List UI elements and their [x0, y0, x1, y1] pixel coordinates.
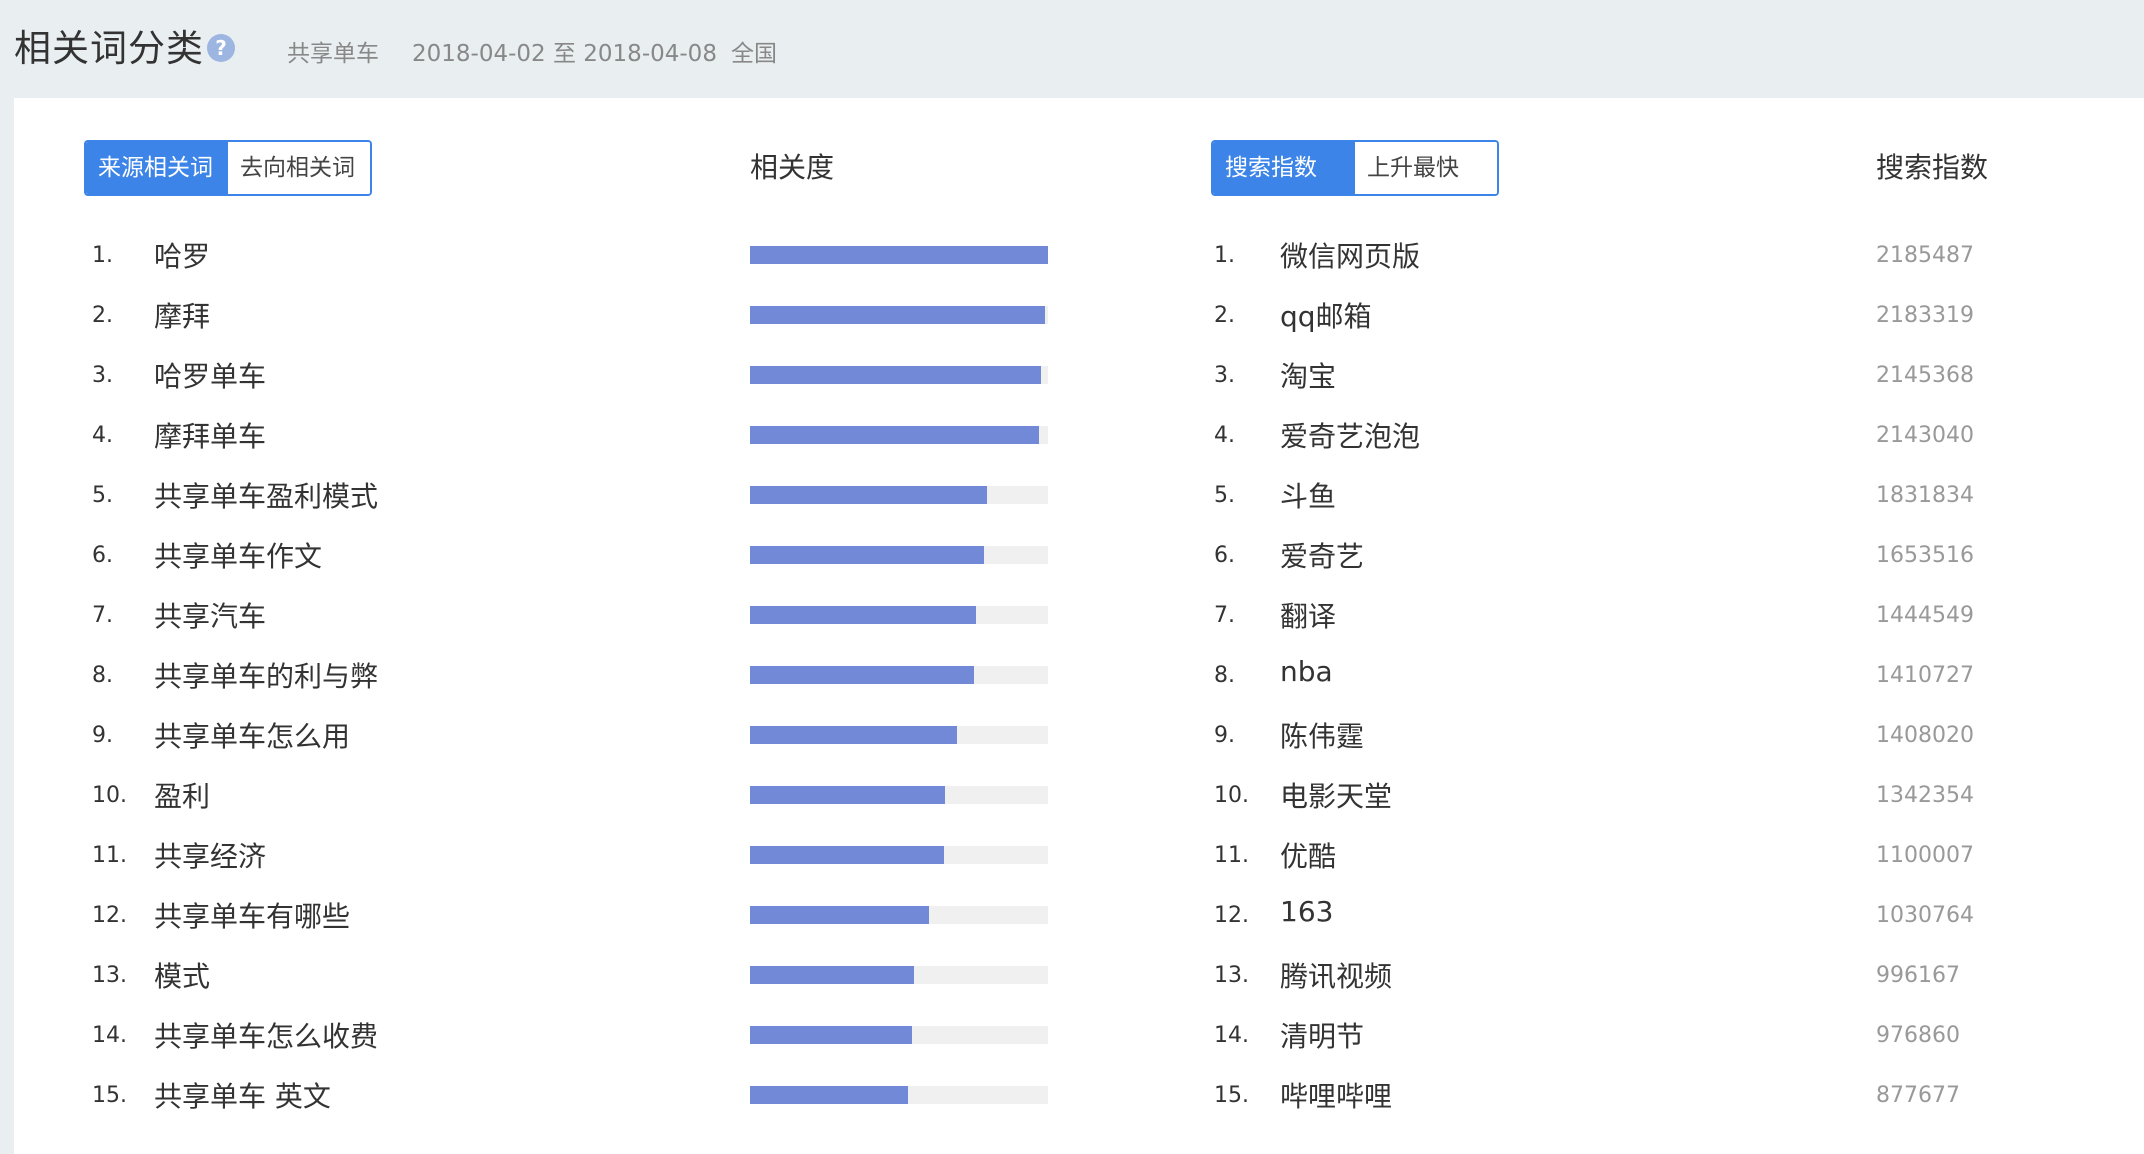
- list-item[interactable]: 1. 微信网页版 2185487: [14, 235, 2114, 275]
- search-index-value: 1342354: [1876, 783, 1974, 808]
- rank-number: 6.: [1214, 543, 1235, 568]
- tab-source-related[interactable]: 来源相关词: [86, 142, 228, 194]
- keyword-link[interactable]: 163: [1280, 895, 1333, 928]
- keyword-link[interactable]: nba: [1280, 655, 1333, 688]
- list-item[interactable]: 7. 翻译 1444549: [14, 595, 2114, 635]
- search-index-value: 1408020: [1876, 723, 1974, 748]
- list-item[interactable]: 11. 优酷 1100007: [14, 835, 2114, 875]
- search-index-value: 877677: [1876, 1083, 1960, 1108]
- date-range: 2018-04-02 至 2018-04-08: [412, 41, 717, 67]
- keyword-link[interactable]: 陈伟霆: [1280, 715, 1364, 755]
- keyword-link[interactable]: 优酷: [1280, 835, 1336, 875]
- search-index-value: 2183319: [1876, 303, 1974, 328]
- page-header: 相关词分类 ? 共享单车 2018-04-02 至 2018-04-08 全国: [0, 0, 2144, 98]
- rank-number: 13.: [1214, 963, 1249, 988]
- keyword-link[interactable]: 爱奇艺: [1280, 535, 1364, 575]
- list-item[interactable]: 5. 斗鱼 1831834: [14, 475, 2114, 515]
- region-label: 全国: [731, 41, 777, 67]
- rank-number: 14.: [1214, 1023, 1249, 1048]
- content-panel: 来源相关词 去向相关词 相关度 搜索指数 上升最快 搜索指数 1. 哈罗 2. 摩拜 3…: [14, 98, 2144, 1154]
- list-item[interactable]: 15. 哔哩哔哩 877677: [14, 1075, 2114, 1115]
- keyword-link[interactable]: 腾讯视频: [1280, 955, 1392, 995]
- rank-number: 3.: [1214, 363, 1235, 388]
- search-index-header: 搜索指数: [1876, 151, 1989, 184]
- search-index-value: 1444549: [1876, 603, 1974, 628]
- list-item[interactable]: 4. 爱奇艺泡泡 2143040: [14, 415, 2114, 455]
- search-index-value: 1100007: [1876, 843, 1974, 868]
- keyword-label: 共享单车: [287, 41, 379, 67]
- list-item[interactable]: 6. 爱奇艺 1653516: [14, 535, 2114, 575]
- keyword-link[interactable]: 电影天堂: [1280, 775, 1392, 815]
- list-item[interactable]: 10. 电影天堂 1342354: [14, 775, 2114, 815]
- keyword-link[interactable]: 爱奇艺泡泡: [1280, 415, 1420, 455]
- rank-number: 7.: [1214, 603, 1235, 628]
- list-item[interactable]: 14. 清明节 976860: [14, 1015, 2114, 1055]
- list-item[interactable]: 13. 腾讯视频 996167: [14, 955, 2114, 995]
- rank-number: 11.: [1214, 843, 1249, 868]
- rank-number: 1.: [1214, 243, 1235, 268]
- index-tabs: 搜索指数 上升最快: [1211, 140, 1499, 196]
- search-index-value: 1831834: [1876, 483, 1974, 508]
- search-index-value: 2185487: [1876, 243, 1974, 268]
- tab-search-index[interactable]: 搜索指数: [1213, 142, 1355, 194]
- search-index-value: 996167: [1876, 963, 1960, 988]
- rank-number: 15.: [1214, 1083, 1249, 1108]
- rank-number: 10.: [1214, 783, 1249, 808]
- rank-number: 4.: [1214, 423, 1235, 448]
- keyword-link[interactable]: 淘宝: [1280, 355, 1336, 395]
- rank-number: 2.: [1214, 303, 1235, 328]
- keyword-link[interactable]: 哔哩哔哩: [1280, 1075, 1392, 1115]
- rank-number: 9.: [1214, 723, 1235, 748]
- keyword-link[interactable]: 清明节: [1280, 1015, 1364, 1055]
- search-index-value: 2145368: [1876, 363, 1974, 388]
- rank-number: 5.: [1214, 483, 1235, 508]
- keyword-link[interactable]: 微信网页版: [1280, 235, 1420, 275]
- keyword-link[interactable]: qq邮箱: [1280, 295, 1372, 335]
- search-index-value: 1030764: [1876, 903, 1974, 928]
- search-index-value: 1653516: [1876, 543, 1974, 568]
- relevance-header: 相关度: [750, 151, 835, 184]
- keyword-link[interactable]: 斗鱼: [1280, 475, 1336, 515]
- source-target-tabs: 来源相关词 去向相关词: [84, 140, 372, 196]
- list-item[interactable]: 12. 163 1030764: [14, 895, 2114, 935]
- search-index-value: 1410727: [1876, 663, 1974, 688]
- list-item[interactable]: 9. 陈伟霆 1408020: [14, 715, 2114, 755]
- search-index-value: 976860: [1876, 1023, 1960, 1048]
- keyword-link[interactable]: 翻译: [1280, 595, 1336, 635]
- list-item[interactable]: 8. nba 1410727: [14, 655, 2114, 695]
- tab-fastest-rising[interactable]: 上升最快: [1355, 142, 1497, 194]
- list-item[interactable]: 3. 淘宝 2145368: [14, 355, 2114, 395]
- search-index-value: 2143040: [1876, 423, 1974, 448]
- question-circle-icon[interactable]: ?: [207, 34, 235, 62]
- rank-number: 12.: [1214, 903, 1249, 928]
- list-item[interactable]: 2. qq邮箱 2183319: [14, 295, 2114, 335]
- rank-number: 8.: [1214, 663, 1235, 688]
- page-title: 相关词分类: [14, 27, 204, 70]
- tab-target-related[interactable]: 去向相关词: [228, 142, 370, 194]
